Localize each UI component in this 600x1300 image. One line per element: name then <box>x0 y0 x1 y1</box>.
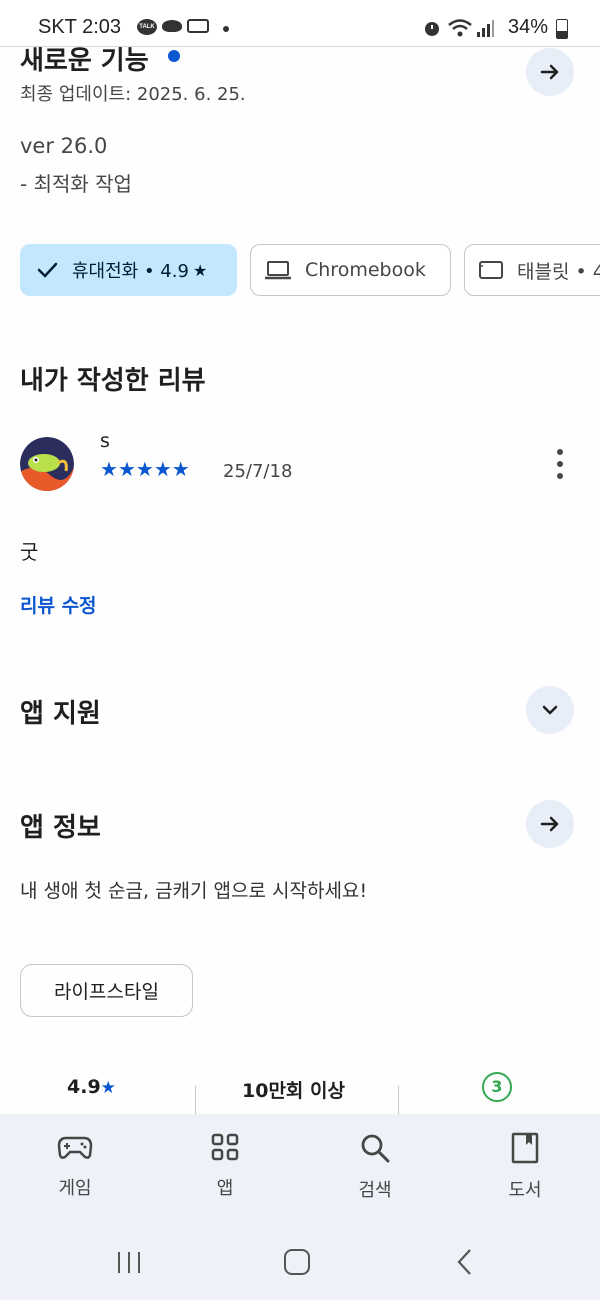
status-time: SKT 2:03 <box>38 16 122 38</box>
reviewer-name: s <box>100 430 110 452</box>
apps-grid-icon <box>211 1133 239 1161</box>
stat-downloads: 10만회 이상 <box>242 1080 345 1102</box>
recents-icon <box>118 1252 140 1273</box>
edit-review-link[interactable]: 리뷰 수정 <box>20 591 97 618</box>
app-info-arrow-button[interactable] <box>526 800 574 848</box>
review-more-button[interactable] <box>548 446 572 482</box>
nav-books[interactable]: 도서 <box>465 1132 585 1202</box>
bottom-nav: 게임 앱 검색 도서 <box>0 1114 600 1300</box>
nav-books-label: 도서 <box>508 1180 542 1201</box>
check-icon <box>37 262 58 278</box>
alarm-icon <box>425 22 439 36</box>
category-chip[interactable]: 라이프스타일 <box>20 964 193 1017</box>
status-bar: SKT 2:03 TALK 34% <box>0 0 600 47</box>
my-review-heading: 내가 작성한 리뷰 <box>20 366 206 396</box>
book-icon <box>511 1132 539 1164</box>
app-support-expand-button[interactable] <box>526 686 574 734</box>
home-icon <box>284 1249 310 1275</box>
star-icon: ★ <box>135 457 154 481</box>
search-icon <box>361 1134 390 1163</box>
home-button[interactable] <box>283 1248 311 1276</box>
nav-search[interactable]: 검색 <box>315 1132 435 1202</box>
star-icon: ★ <box>153 457 172 481</box>
back-icon <box>457 1249 471 1275</box>
review-stars: ★★★★★ <box>100 457 190 481</box>
review-text: 굿 <box>20 540 39 564</box>
chip-phone[interactable]: 휴대전화 • 4.9 ★ <box>20 244 237 296</box>
battery-percent: 34% <box>507 16 548 38</box>
star-icon: ★ <box>171 457 190 481</box>
star-icon: ★ <box>100 1078 116 1098</box>
chip-tablet-label: 태블릿 • 4 <box>517 260 600 283</box>
nav-search-label: 검색 <box>358 1180 392 1201</box>
star-icon: ★ <box>117 457 136 481</box>
stat-rating-value: 4.9 <box>67 1076 101 1098</box>
chevron-down-icon <box>542 705 558 715</box>
chip-tablet[interactable]: 태블릿 • 4 <box>464 244 600 296</box>
chip-phone-label: 휴대전화 • 4.9 <box>72 261 189 282</box>
avatar <box>20 437 74 491</box>
wifi-icon <box>448 19 472 37</box>
release-notes: - 최적화 작업 <box>20 172 132 196</box>
whats-new-arrow-button[interactable] <box>526 48 574 96</box>
app-support-heading: 앱 지원 <box>20 699 101 729</box>
new-indicator-dot <box>168 50 180 62</box>
stat-rating: 4.9★ <box>67 1076 116 1098</box>
last-updated: 최종 업데이트: 2025. 6. 25. <box>20 84 246 105</box>
signal-icon <box>477 20 494 37</box>
kakaotalk-icon: TALK <box>137 19 157 35</box>
more-notifications-dot <box>223 26 229 32</box>
nav-apps[interactable]: 앱 <box>165 1132 285 1200</box>
version-text: ver 26.0 <box>20 134 108 158</box>
stat-divider <box>398 1086 399 1114</box>
star-icon: ★ <box>100 457 118 481</box>
app-notification-icon <box>187 19 209 33</box>
nav-apps-label: 앱 <box>216 1178 234 1199</box>
app-info-heading: 앱 정보 <box>20 813 101 843</box>
arrow-right-icon <box>540 816 559 832</box>
cloud-icon <box>162 20 182 32</box>
nav-games-label: 게임 <box>58 1178 92 1199</box>
stat-divider <box>195 1086 196 1114</box>
chip-chromebook-label: Chromebook <box>305 259 426 281</box>
tablet-icon <box>479 261 503 279</box>
gamepad-icon <box>57 1136 93 1159</box>
back-button[interactable] <box>455 1248 475 1276</box>
arrow-right-icon <box>540 64 559 80</box>
chip-star-icon: ★ <box>192 260 208 280</box>
age-rating-badge: 3 <box>482 1072 512 1102</box>
more-vert-icon <box>557 449 563 479</box>
recents-button[interactable] <box>116 1249 142 1275</box>
review-date: 25/7/18 <box>223 461 293 482</box>
nav-games[interactable]: 게임 <box>15 1132 135 1200</box>
app-description: 내 생애 첫 순금, 금캐기 앱으로 시작하세요! <box>20 880 368 902</box>
chip-chromebook[interactable]: Chromebook <box>250 244 451 296</box>
laptop-icon <box>265 261 291 280</box>
battery-icon <box>556 19 568 39</box>
